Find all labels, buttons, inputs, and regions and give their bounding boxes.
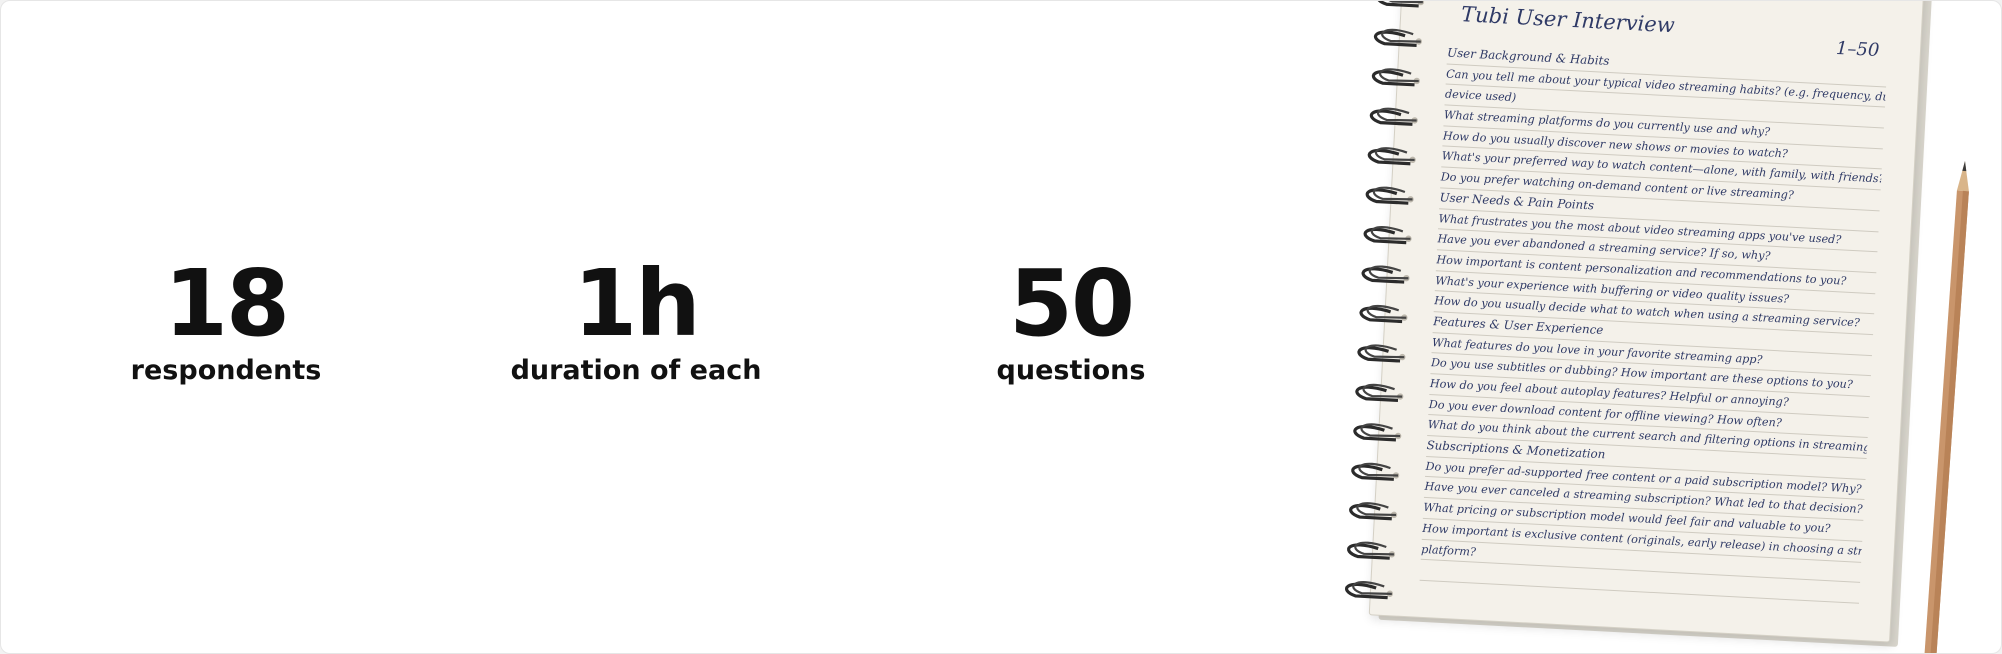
stat-value: 18 (163, 250, 290, 357)
stat-duration: 1h duration of each (496, 256, 776, 388)
spiral-ring (1375, 1, 1425, 8)
spiral-ring (1367, 147, 1416, 166)
spiral-ring (1349, 502, 1398, 521)
spiral-ring (1365, 186, 1414, 205)
stats-card: 18 respondents 1h duration of each 50 qu… (0, 0, 2002, 654)
spiral-ring (1359, 304, 1408, 324)
spiral-ring (1373, 28, 1422, 47)
spiral-ring (1347, 541, 1396, 560)
spiral-ring (1369, 107, 1418, 126)
spiral-ring (1355, 383, 1404, 403)
stat-value: 1h (573, 250, 701, 357)
spiral-ring (1371, 68, 1420, 87)
spiral-ring (1351, 462, 1400, 481)
spiral-ring (1353, 423, 1402, 442)
stat-respondents: 18 respondents (106, 256, 346, 388)
spiral-ring (1361, 265, 1410, 284)
stat-value: 50 (1008, 250, 1135, 357)
notebook-title: Tubi User Interview (1460, 2, 1676, 38)
notebook-illustration: Tubi User Interview 1–50 User Background… (1323, 1, 1959, 653)
stat-label: questions (996, 355, 1146, 386)
spiral-ring (1344, 581, 1394, 600)
stat-questions: 50 questions (951, 256, 1191, 388)
stat-label: duration of each (510, 355, 762, 386)
spiral-ring (1357, 344, 1406, 363)
spiral-ring (1363, 226, 1412, 245)
stat-label: respondents (130, 355, 322, 386)
notebook-question-range: 1–50 (1835, 37, 1880, 62)
notebook-lines: User Background & Habits Can you tell me … (1419, 43, 1888, 604)
